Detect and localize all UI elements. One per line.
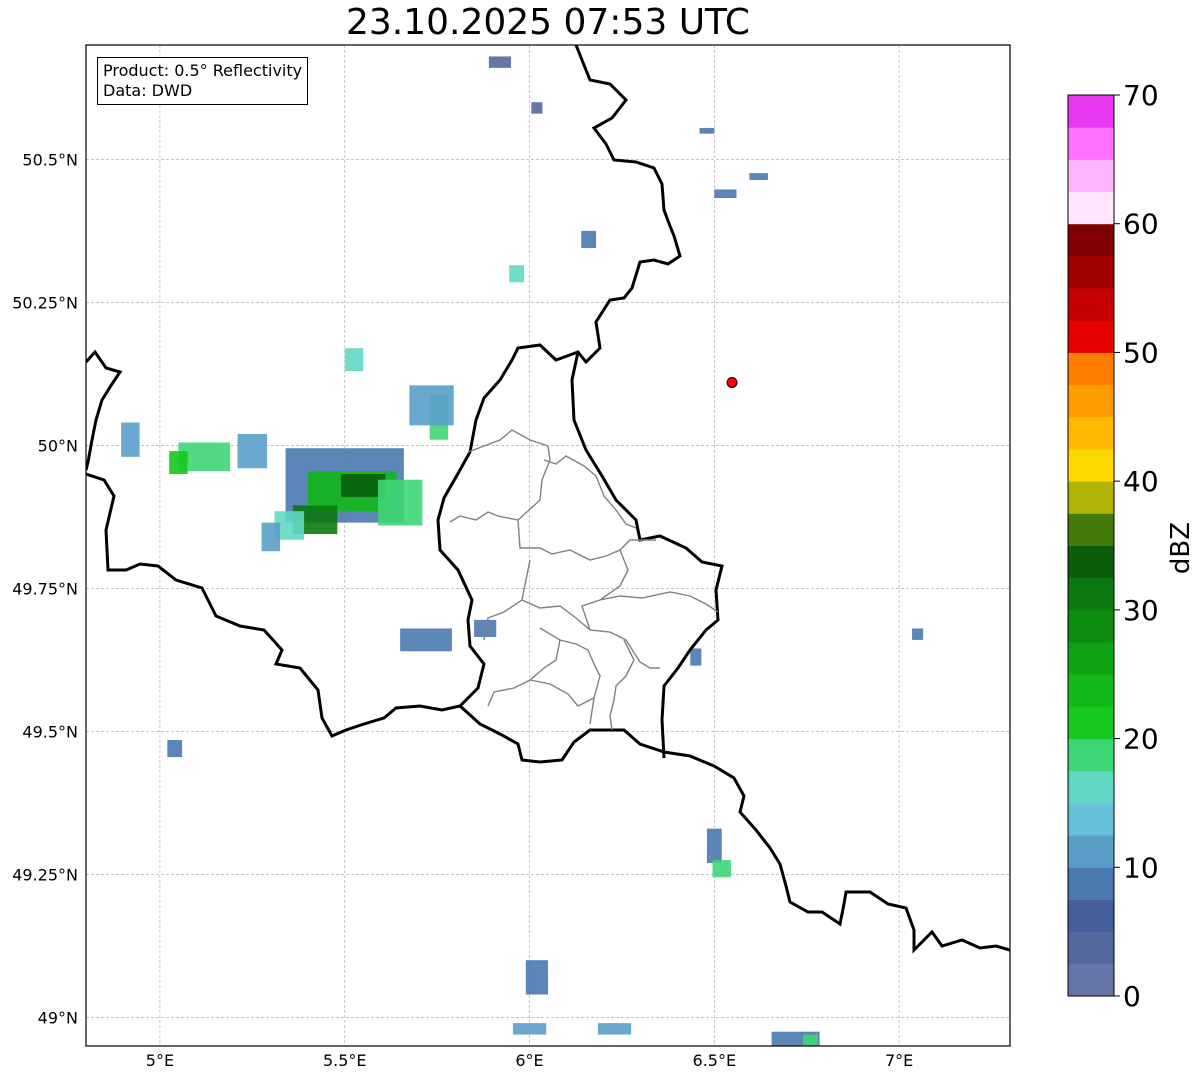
colorbar-segment (1068, 513, 1114, 546)
colorbar-segment (1068, 577, 1114, 611)
product-label: Product: 0.5° Reflectivity (103, 61, 303, 80)
colorbar-segment (1068, 384, 1114, 418)
echo-cell (690, 648, 702, 666)
colorbar-segment (1068, 320, 1114, 353)
colorbar-segment (1068, 642, 1114, 675)
colorbar-segment (1068, 609, 1114, 643)
colorbar-segment (1068, 899, 1114, 933)
country-borders (86, 45, 1010, 954)
colorbar-tick-label: 60 (1123, 208, 1159, 241)
colorbar: 0 10 20 30 40 50 60 70 (1067, 79, 1159, 1013)
lon-tick-label: 5.5°E (323, 1051, 367, 1070)
graticule (86, 45, 1010, 1046)
lat-tick-label: 49.5°N (22, 722, 78, 741)
echo-cell (714, 189, 737, 199)
colorbar-segment (1068, 867, 1114, 900)
echo-cell (261, 522, 281, 552)
colorbar-segment (1068, 481, 1114, 514)
lat-tick-label: 49.75°N (12, 579, 78, 598)
echo-cell (509, 265, 524, 283)
colorbar-segment (1068, 352, 1114, 386)
echo-cell (512, 1023, 547, 1035)
colorbar-segment (1068, 448, 1114, 482)
echo-cell (237, 433, 268, 469)
lon-tick-label: 6°E (515, 1051, 543, 1070)
echo-cell (803, 1034, 818, 1046)
luxembourg-cantons (449, 429, 719, 731)
colorbar-tick-label: 0 (1123, 980, 1141, 1013)
echo-cell (597, 1023, 632, 1035)
echo-cell (712, 860, 731, 878)
latitude-tick-labels: 49°N 49.25°N 49.5°N 49.75°N 50°N 50.25°N 50.5°… (12, 150, 78, 1027)
colorbar-segment (1068, 770, 1114, 804)
colorbar-segment (1068, 963, 1114, 997)
data-source-label: Data: DWD (103, 81, 193, 100)
lon-tick-label: 6.5°E (693, 1051, 737, 1070)
colorbar-segment (1068, 127, 1114, 160)
colorbar-segment (1068, 159, 1114, 193)
colorbar-segment (1068, 674, 1114, 707)
lat-tick-label: 50°N (38, 436, 78, 455)
echo-cell (377, 479, 423, 526)
plot-frame (85, 44, 1011, 1047)
echo-cell (525, 960, 548, 995)
product-info-box: Product: 0.5° Reflectivity Data: DWD (97, 57, 309, 105)
colorbar-tick-label: 20 (1123, 723, 1159, 756)
colorbar-segment (1068, 255, 1114, 289)
colorbar-tick-label: 10 (1123, 851, 1159, 884)
echo-cell (699, 127, 715, 134)
colorbar-segment (1068, 545, 1114, 579)
lon-tick-label: 7°E (885, 1051, 913, 1070)
lat-tick-label: 50.5°N (22, 150, 78, 169)
colorbar-tick-label: 40 (1123, 465, 1159, 498)
echo-cell (400, 628, 452, 652)
echo-cell (912, 628, 924, 640)
colorbar-tick-label: 50 (1123, 336, 1159, 369)
colorbar-segment (1068, 191, 1114, 225)
colorbar-segment (1068, 223, 1114, 257)
colorbar-label: dBZ (1166, 522, 1196, 574)
france-luxembourg-border (458, 704, 665, 764)
colorbar-tick-label: 70 (1123, 79, 1159, 112)
colorbar-segment (1068, 706, 1114, 740)
lat-tick-label: 50.25°N (12, 293, 78, 312)
colorbar-segment (1068, 95, 1114, 128)
echo-cell (409, 385, 454, 426)
longitude-tick-labels: 5°E 5.5°E 6°E 6.5°E 7°E (146, 1051, 913, 1070)
international-border-west (86, 349, 123, 471)
colorbar-segment (1068, 738, 1114, 772)
echo-cell (167, 739, 183, 758)
colorbar-segment (1068, 288, 1114, 321)
lat-tick-label: 49°N (38, 1008, 78, 1027)
radar-map: 5°E 5.5°E 6°E 6.5°E 7°E 49°N 49.25°N 49.5°N 49.… (12, 44, 1196, 1070)
colorbar-segment (1068, 931, 1114, 965)
echo-cell (531, 102, 543, 114)
echo-cell (706, 828, 722, 863)
echo-cell (121, 422, 140, 457)
echo-cell (749, 173, 768, 180)
colorbar-segment (1068, 416, 1114, 450)
radar-site-marker (726, 376, 738, 388)
colorbar-segment (1068, 835, 1114, 868)
echo-cell (169, 451, 188, 474)
lon-tick-label: 5°E (146, 1051, 174, 1070)
belgium-france-border (86, 45, 682, 738)
echo-cell (344, 348, 364, 372)
reflectivity-echoes (121, 56, 924, 1046)
colorbar-segment (1068, 802, 1114, 836)
lat-tick-label: 49.25°N (12, 865, 78, 884)
echo-cell (581, 230, 597, 249)
colorbar-tick-label: 30 (1123, 594, 1159, 627)
echo-cell (488, 56, 512, 68)
